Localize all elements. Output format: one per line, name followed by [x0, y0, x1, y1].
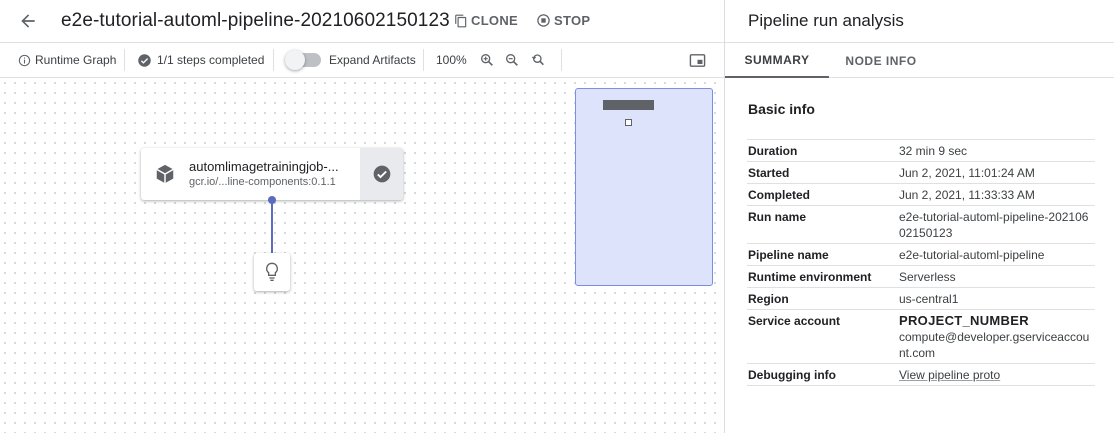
info-label: Completed [748, 188, 811, 202]
back-button[interactable] [16, 9, 40, 33]
node-name: automlimagetrainingjob-... [189, 159, 339, 174]
pipeline-graph-pane: e2e-tutorial-automl-pipeline-20210602150… [0, 0, 724, 433]
info-row-pipeline-name: Pipeline name e2e-tutorial-automl-pipeli… [747, 244, 1095, 266]
info-label: Region [748, 292, 789, 306]
minimap-artifact-node [625, 119, 632, 126]
cube-icon [156, 164, 174, 184]
steps-completed-label: 1/1 steps completed [157, 53, 265, 67]
stop-circle-icon [537, 14, 550, 27]
info-label: Debugging info [748, 368, 836, 382]
info-value: Jun 2, 2021, 11:01:24 AM [899, 166, 1035, 180]
info-row-run-name: Run name e2e-tutorial-automl-pipeline-20… [747, 206, 1095, 244]
section-title: Basic info [748, 101, 815, 117]
node-image: gcr.io/...line-components:0.1.1 [189, 176, 336, 188]
panel-tabs: SUMMARY NODE INFO [725, 42, 1114, 78]
tab-node-info[interactable]: NODE INFO [829, 43, 933, 78]
graph-minimap[interactable] [575, 88, 713, 286]
info-row-debugging: Debugging info View pipeline proto [747, 364, 1095, 386]
node-text: automlimagetrainingjob-... gcr.io/...lin… [189, 148, 360, 200]
reset-zoom-button[interactable] [529, 51, 547, 69]
steps-completed-status: 1/1 steps completed [137, 43, 264, 77]
info-row-service-account: Service account PROJECT_NUMBER compute@d… [747, 310, 1095, 364]
copy-icon [455, 14, 467, 27]
zoom-out-icon [506, 54, 518, 66]
info-label: Service account [748, 314, 841, 328]
info-label: Runtime environment [748, 270, 872, 284]
zoom-in-icon [481, 54, 493, 66]
info-row-completed: Completed Jun 2, 2021, 11:33:33 AM [747, 184, 1095, 206]
toggle-switch[interactable] [285, 50, 321, 70]
info-row-duration: Duration 32 min 9 sec [747, 140, 1095, 162]
edge-connector [271, 200, 273, 256]
info-value: us-central1 [899, 292, 959, 306]
info-label: Pipeline name [748, 248, 829, 262]
minimap-step-node [603, 100, 654, 110]
info-label: Run name [748, 210, 807, 224]
check-circle-icon [373, 165, 390, 183]
info-label: Duration [748, 144, 798, 158]
arrow-back-icon [21, 14, 35, 28]
toolbar-divider [561, 49, 562, 71]
graph-toolbar: Runtime Graph 1/1 steps completed Expand… [0, 42, 724, 78]
view-pipeline-proto-link[interactable]: View pipeline proto [899, 368, 1000, 382]
toolbar-divider [423, 49, 424, 71]
expand-artifacts-toggle[interactable]: Expand Artifacts [285, 43, 416, 77]
info-row-started: Started Jun 2, 2021, 11:01:24 AM [747, 162, 1095, 184]
run-analysis-panel: Pipeline run analysis SUMMARY NODE INFO … [724, 0, 1114, 433]
stop-button[interactable]: STOP [536, 13, 590, 28]
tab-summary[interactable]: SUMMARY [725, 43, 829, 78]
panel-title: Pipeline run analysis [748, 11, 904, 30]
info-row-runtime-environment: Runtime environment Serverless [747, 266, 1095, 288]
run-header: e2e-tutorial-automl-pipeline-20210602150… [0, 0, 724, 42]
toolbar-divider [124, 49, 125, 71]
service-account-domain: compute@developer.gserviceaccount.com [899, 330, 1090, 360]
info-value: Jun 2, 2021, 11:33:33 AM [899, 188, 1035, 202]
zoom-in-button[interactable] [478, 51, 496, 69]
toolbar-divider [273, 49, 274, 71]
zoom-level: 100% [436, 53, 467, 67]
info-value: PROJECT_NUMBER compute@developer.gservic… [899, 310, 1095, 363]
info-value: Serverless [899, 270, 956, 284]
stop-label: STOP [554, 13, 591, 28]
node-status [360, 148, 403, 200]
info-icon [18, 54, 31, 66]
clone-button[interactable]: CLONE [454, 13, 518, 28]
edge-port [268, 196, 276, 204]
info-value: e2e-tutorial-automl-pipeline [899, 248, 1045, 262]
runtime-graph-label: Runtime Graph [35, 53, 117, 67]
run-title: e2e-tutorial-automl-pipeline-20210602150… [61, 10, 450, 31]
minimap-toggle-button[interactable] [688, 51, 706, 69]
basic-info-table: Duration 32 min 9 sec Started Jun 2, 202… [747, 139, 1095, 386]
info-row-region: Region us-central1 [747, 288, 1095, 310]
service-account-project: PROJECT_NUMBER [899, 313, 1029, 328]
info-label: Started [748, 166, 790, 180]
zoom-reset-icon [531, 54, 544, 66]
picture-in-picture-icon [689, 53, 705, 67]
info-value: 32 min 9 sec [899, 144, 968, 158]
expand-artifacts-label: Expand Artifacts [329, 53, 416, 67]
zoom-out-button[interactable] [503, 51, 521, 69]
node-icon-area [141, 148, 189, 200]
runtime-graph-info[interactable]: Runtime Graph [18, 43, 116, 77]
pipeline-step-node[interactable]: automlimagetrainingjob-... gcr.io/...lin… [141, 148, 403, 200]
lightbulb-icon [266, 262, 278, 281]
check-circle-icon [138, 53, 151, 67]
info-value: View pipeline proto [899, 364, 1095, 385]
info-value: e2e-tutorial-automl-pipeline-20210602150… [899, 210, 1089, 240]
clone-label: CLONE [471, 13, 518, 28]
artifact-node[interactable] [254, 253, 290, 291]
